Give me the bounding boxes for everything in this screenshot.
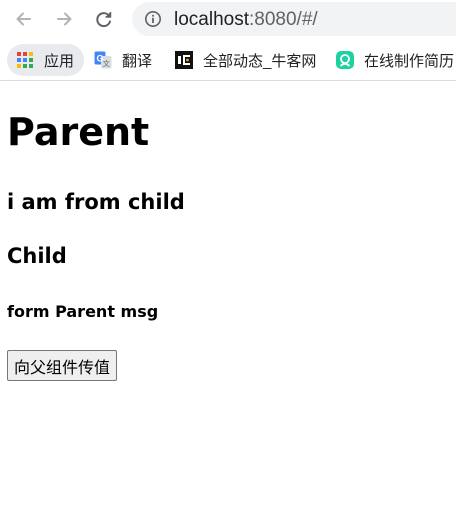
arrow-left-icon [16,12,31,26]
bookmark-nowcoder[interactable]: 全部动态_牛客网 [175,44,316,76]
apps-grid-icon [17,52,33,68]
bookmark-label: 应用 [44,52,75,70]
bookmark-label: 全部动态_牛客网 [203,52,317,70]
page-content: Parent i am from child Child form Parent… [0,82,456,527]
bookmark-apps[interactable]: 应用 [7,44,85,76]
nowcoder-icon [175,51,193,69]
bookmark-label: 在线制作简历 [364,52,455,70]
child-heading: Child [7,244,67,268]
back-button[interactable] [10,5,38,33]
arrow-right-icon [57,12,72,26]
child-message-heading: i am from child [7,190,185,214]
browser-toolbar: localhost:8080/#/ [0,0,456,38]
svg-text:文: 文 [103,59,110,68]
bookmark-resume[interactable]: 在线制作简历 [336,44,454,76]
forward-button[interactable] [50,5,78,33]
send-to-parent-button[interactable]: 向父组件传值 [7,350,118,381]
resume-icon [336,51,354,69]
url-host: localhost [174,9,249,30]
parent-heading: Parent [7,110,150,154]
reload-button[interactable] [90,5,118,33]
browser-chrome: localhost:8080/#/ 应用 G 文 翻译 全部动态_牛客网 在线制… [0,0,456,81]
url-path: :8080/#/ [249,9,318,30]
url-text: localhost:8080/#/ [174,9,318,31]
bookmark-translate[interactable]: G 文 翻译 [94,44,152,76]
google-translate-icon: G 文 [94,51,112,69]
parent-message-text: form Parent msg [7,302,159,321]
bookmarks-bar: 应用 G 文 翻译 全部动态_牛客网 在线制作简历 [0,40,456,78]
address-bar[interactable]: localhost:8080/#/ [132,2,456,36]
bookmark-label: 翻译 [122,52,153,70]
reload-icon [96,12,112,28]
info-icon[interactable] [144,10,162,28]
